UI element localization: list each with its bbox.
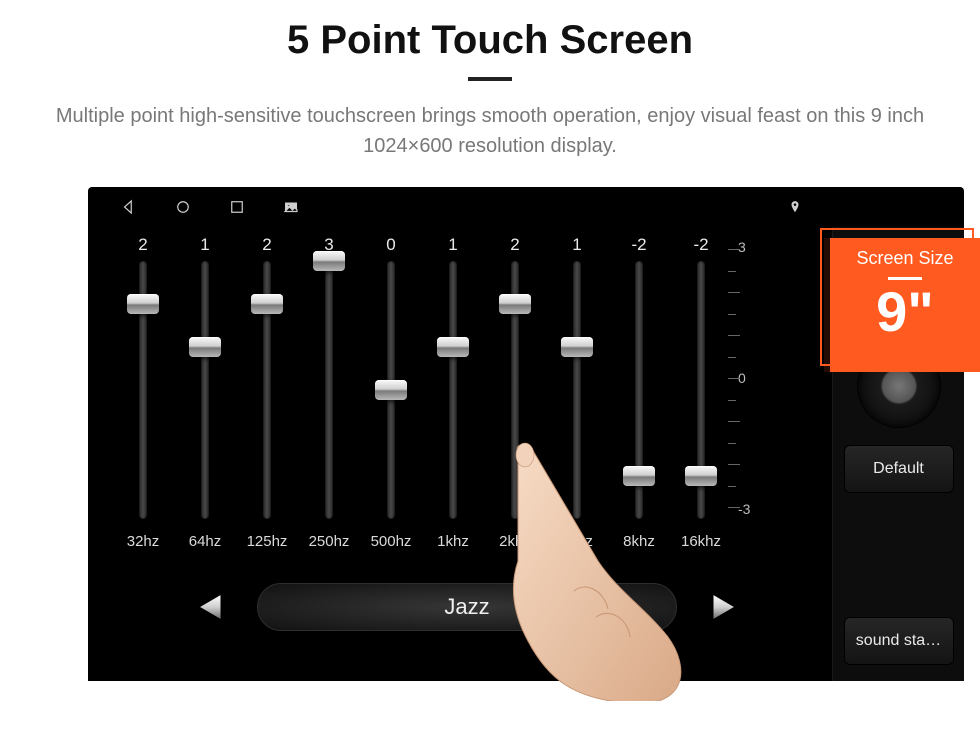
- eq-band-8khz: -2 8khz: [608, 235, 670, 550]
- eq-band-freq: 8khz: [623, 533, 655, 550]
- eq-band-64hz: 1 64hz: [174, 235, 236, 550]
- sound-stage-button[interactable]: sound sta…: [844, 617, 954, 665]
- default-button[interactable]: Default: [844, 445, 954, 493]
- eq-scale: 3 0 -3: [732, 235, 768, 521]
- gallery-icon[interactable]: [282, 198, 300, 216]
- equalizer-panel: 232hz164hz2125hz3250hz0500hz11khz22khz14…: [106, 227, 832, 681]
- eq-band-1khz: 1 1khz: [422, 235, 484, 550]
- preset-prev-button[interactable]: [193, 588, 231, 626]
- screen-size-callout: Screen Size 9": [830, 238, 980, 372]
- eq-band-value: 1: [200, 235, 209, 257]
- eq-band-freq: 500hz: [371, 533, 412, 550]
- eq-slider[interactable]: [422, 261, 484, 519]
- eq-band-125hz: 2 125hz: [236, 235, 298, 550]
- eq-band-value: 2: [138, 235, 147, 257]
- recent-apps-icon[interactable]: [228, 198, 246, 216]
- eq-band-500hz: 0 500hz: [360, 235, 422, 550]
- callout-label: Screen Size: [836, 248, 974, 269]
- eq-slider-thumb[interactable]: [623, 466, 655, 486]
- home-icon[interactable]: [174, 198, 192, 216]
- scale-max: 3: [738, 239, 768, 255]
- eq-band-value: 2: [510, 235, 519, 257]
- eq-slider[interactable]: [608, 261, 670, 519]
- eq-band-freq: 2khz: [499, 533, 531, 550]
- eq-band-value: -2: [631, 235, 646, 257]
- eq-band-freq: 1khz: [437, 533, 469, 550]
- scale-min: -3: [738, 501, 768, 517]
- eq-slider-thumb[interactable]: [437, 337, 469, 357]
- eq-band-freq: 16khz: [681, 533, 721, 550]
- eq-slider[interactable]: [298, 261, 360, 519]
- eq-slider[interactable]: [546, 261, 608, 519]
- eq-slider-thumb[interactable]: [499, 294, 531, 314]
- eq-slider[interactable]: [112, 261, 174, 519]
- android-navbar: [106, 187, 964, 227]
- eq-band-value: 1: [448, 235, 457, 257]
- eq-slider[interactable]: [484, 261, 546, 519]
- callout-value: 9": [836, 284, 974, 340]
- eq-slider[interactable]: [670, 261, 732, 519]
- eq-band-freq: 64hz: [189, 533, 222, 550]
- eq-slider-thumb[interactable]: [313, 251, 345, 271]
- scale-mid: 0: [738, 370, 768, 386]
- eq-slider[interactable]: [360, 261, 422, 519]
- eq-band-4khz: 1 4khz: [546, 235, 608, 550]
- eq-band-16khz: -2 16khz: [670, 235, 732, 550]
- eq-band-freq: 250hz: [309, 533, 350, 550]
- page-subtitle: Multiple point high-sensitive touchscree…: [40, 101, 940, 161]
- eq-band-value: 0: [386, 235, 395, 257]
- eq-sliders: 232hz164hz2125hz3250hz0500hz11khz22khz14…: [112, 235, 822, 555]
- eq-slider-thumb[interactable]: [685, 466, 717, 486]
- eq-band-freq: 4khz: [561, 533, 593, 550]
- preset-name[interactable]: Jazz: [257, 583, 677, 631]
- eq-band-value: 2: [262, 235, 271, 257]
- preset-next-button[interactable]: [703, 588, 741, 626]
- eq-band-value: -2: [693, 235, 708, 257]
- back-icon[interactable]: [120, 198, 138, 216]
- page-title: 5 Point Touch Screen: [0, 18, 980, 63]
- eq-band-freq: 125hz: [247, 533, 288, 550]
- eq-band-2khz: 2 2khz: [484, 235, 546, 550]
- eq-band-value: 1: [572, 235, 581, 257]
- preset-bar: Jazz: [112, 583, 822, 631]
- eq-slider-thumb[interactable]: [127, 294, 159, 314]
- eq-slider[interactable]: [236, 261, 298, 519]
- eq-band-32hz: 2 32hz: [112, 235, 174, 550]
- eq-slider-thumb[interactable]: [561, 337, 593, 357]
- title-rule: [468, 77, 512, 81]
- eq-slider-thumb[interactable]: [251, 294, 283, 314]
- eq-slider-thumb[interactable]: [375, 380, 407, 400]
- eq-slider-thumb[interactable]: [189, 337, 221, 357]
- location-pin-icon[interactable]: [786, 198, 804, 216]
- eq-band-250hz: 3250hz: [298, 235, 360, 550]
- eq-band-freq: 32hz: [127, 533, 160, 550]
- eq-slider[interactable]: [174, 261, 236, 519]
